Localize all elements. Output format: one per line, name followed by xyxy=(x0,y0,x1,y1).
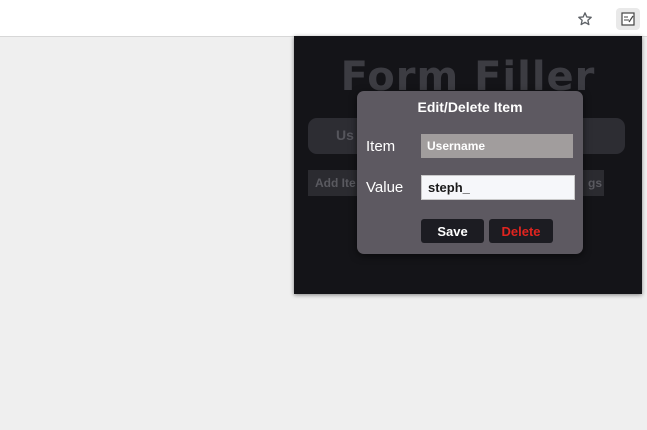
edit-delete-modal: Edit/Delete Item Item Value Save Delete xyxy=(357,91,583,254)
add-item-button[interactable]: Add Ite xyxy=(308,170,363,196)
extension-popup: Form Filler Us Add Ite gs Edit/Delete It… xyxy=(294,36,642,294)
value-field[interactable] xyxy=(421,175,575,200)
save-button[interactable]: Save xyxy=(421,219,484,243)
delete-button[interactable]: Delete xyxy=(489,219,553,243)
item-field[interactable] xyxy=(421,134,573,158)
browser-toolbar xyxy=(0,0,647,37)
star-icon xyxy=(578,12,592,26)
form-filler-extension-icon xyxy=(621,12,635,26)
modal-title: Edit/Delete Item xyxy=(417,99,523,115)
value-label: Value xyxy=(366,179,404,196)
item-label: Item xyxy=(366,138,396,155)
bookmark-star-button[interactable] xyxy=(575,9,595,29)
form-filler-extension-button[interactable] xyxy=(616,8,640,30)
saved-item-label: Us xyxy=(336,127,354,143)
